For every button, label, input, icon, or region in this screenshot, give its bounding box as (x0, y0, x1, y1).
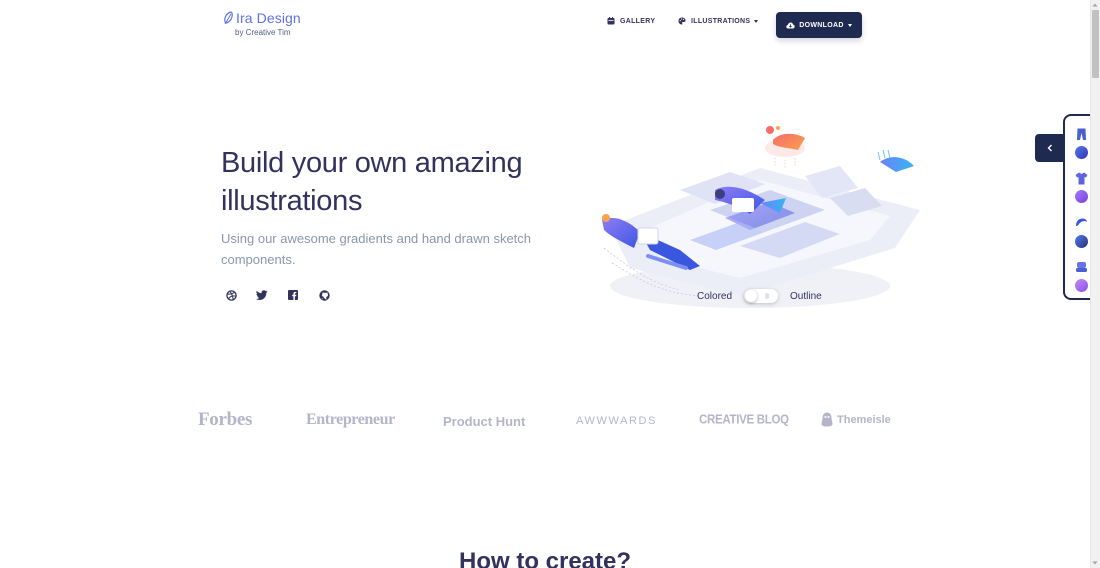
brand-subtitle: by Creative Tim (235, 28, 291, 37)
forbes-logo: Forbes (198, 409, 253, 430)
scrollbar-thumb[interactable] (1092, 10, 1099, 78)
toggle-label-colored: Colored (697, 290, 733, 302)
swatch-color-dot (1075, 146, 1088, 159)
brand-name: Ira Design (236, 10, 301, 26)
page-scrollbar[interactable] (1090, 0, 1100, 568)
swatch-pants[interactable] (1075, 128, 1088, 159)
nav-illustrations-label: ILLUSTRATIONS (691, 17, 751, 25)
caret-down-icon (754, 19, 759, 23)
download-button[interactable]: DOWNLOAD (776, 12, 862, 38)
scroll-down-arrow-icon[interactable] (1092, 560, 1098, 566)
nav-gallery-label: GALLERY (620, 17, 656, 25)
awwwards-logo: AWWWARDS (576, 415, 658, 427)
producthunt-logo: Product Hunt (443, 414, 526, 429)
lock-icon (765, 293, 770, 299)
gallery-icon (607, 17, 615, 25)
themeisle-mascot-icon (821, 412, 833, 427)
hero-title: Build your own amazing illustrations (221, 147, 523, 217)
creativebloq-logo: CREATIVE BLOQ (699, 413, 789, 427)
themeisle-label: Themeisle (837, 413, 891, 426)
swatch-chair[interactable] (1075, 261, 1088, 292)
feather-logo-icon (224, 11, 233, 25)
toggle-label-outline: Outline (790, 290, 822, 302)
style-toggle: Colored Outline (697, 289, 822, 303)
swatch-hair[interactable] (1075, 217, 1088, 248)
swatch-color-dot (1075, 235, 1088, 248)
download-label: DOWNLOAD (799, 21, 844, 29)
dribbble-icon[interactable] (224, 288, 238, 302)
caret-down-icon (847, 23, 852, 27)
nav-gallery-link[interactable]: GALLERY (607, 17, 655, 25)
switch-knob (745, 290, 758, 302)
shirt-icon (1075, 172, 1088, 185)
facebook-icon[interactable] (286, 288, 300, 302)
github-icon[interactable] (317, 288, 331, 302)
entrepreneur-logo: Entrepreneur (306, 411, 395, 428)
swatch-shirt[interactable] (1075, 172, 1088, 203)
hair-icon (1076, 218, 1087, 226)
navbar: Ira Design by Creative Tim GALLERY ILLUS… (0, 0, 1090, 50)
scroll-up-arrow-icon[interactable] (1092, 2, 1098, 8)
chevron-left-icon (1047, 144, 1052, 152)
brand[interactable]: Ira Design by Creative Tim (222, 10, 301, 37)
panel-toggle-button[interactable] (1035, 134, 1065, 162)
themeisle-logo: Themeisle (821, 412, 891, 427)
section-title: How to create? (459, 548, 632, 568)
twitter-icon[interactable] (255, 288, 269, 302)
palette-icon (678, 17, 686, 25)
nav-illustrations-dropdown[interactable]: ILLUSTRATIONS (678, 17, 759, 25)
swatch-color-dot (1075, 190, 1088, 203)
hero-lead: Using our awesome gradients and hand dra… (221, 231, 532, 267)
pants-icon (1077, 128, 1086, 140)
swatch-color-dot (1075, 279, 1088, 292)
social-links (224, 288, 348, 302)
cloud-download-icon (786, 22, 795, 28)
colored-outline-switch[interactable] (744, 289, 779, 303)
chair-icon (1076, 262, 1087, 272)
